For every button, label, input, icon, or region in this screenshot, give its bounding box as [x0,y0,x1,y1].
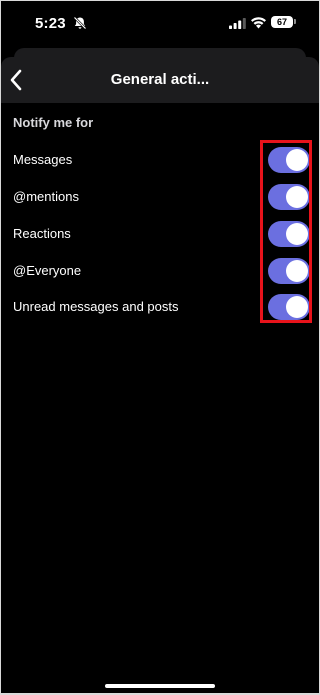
app-screen: 5:23 67 General acti... Notify me for Me… [1,1,319,693]
setting-label: Unread messages and posts [13,299,179,314]
cellular-signal-icon [229,18,246,29]
nav-header: General acti... [1,57,319,103]
status-time: 5:23 [35,15,66,32]
bell-muted-icon [73,16,87,30]
setting-label: @mentions [13,189,79,204]
battery-indicator: 67 [271,16,293,28]
setting-label: Reactions [13,226,71,241]
highlight-annotation [260,140,312,323]
wifi-icon [251,17,266,29]
status-bar: 5:23 67 [1,1,319,45]
home-indicator [105,684,215,688]
page-title: General acti... [110,71,210,88]
section-title: Notify me for [13,115,94,130]
battery-tip [294,19,296,24]
setting-label: Messages [13,152,73,167]
back-chevron-icon[interactable] [5,67,27,93]
setting-label: @Everyone [13,263,82,278]
